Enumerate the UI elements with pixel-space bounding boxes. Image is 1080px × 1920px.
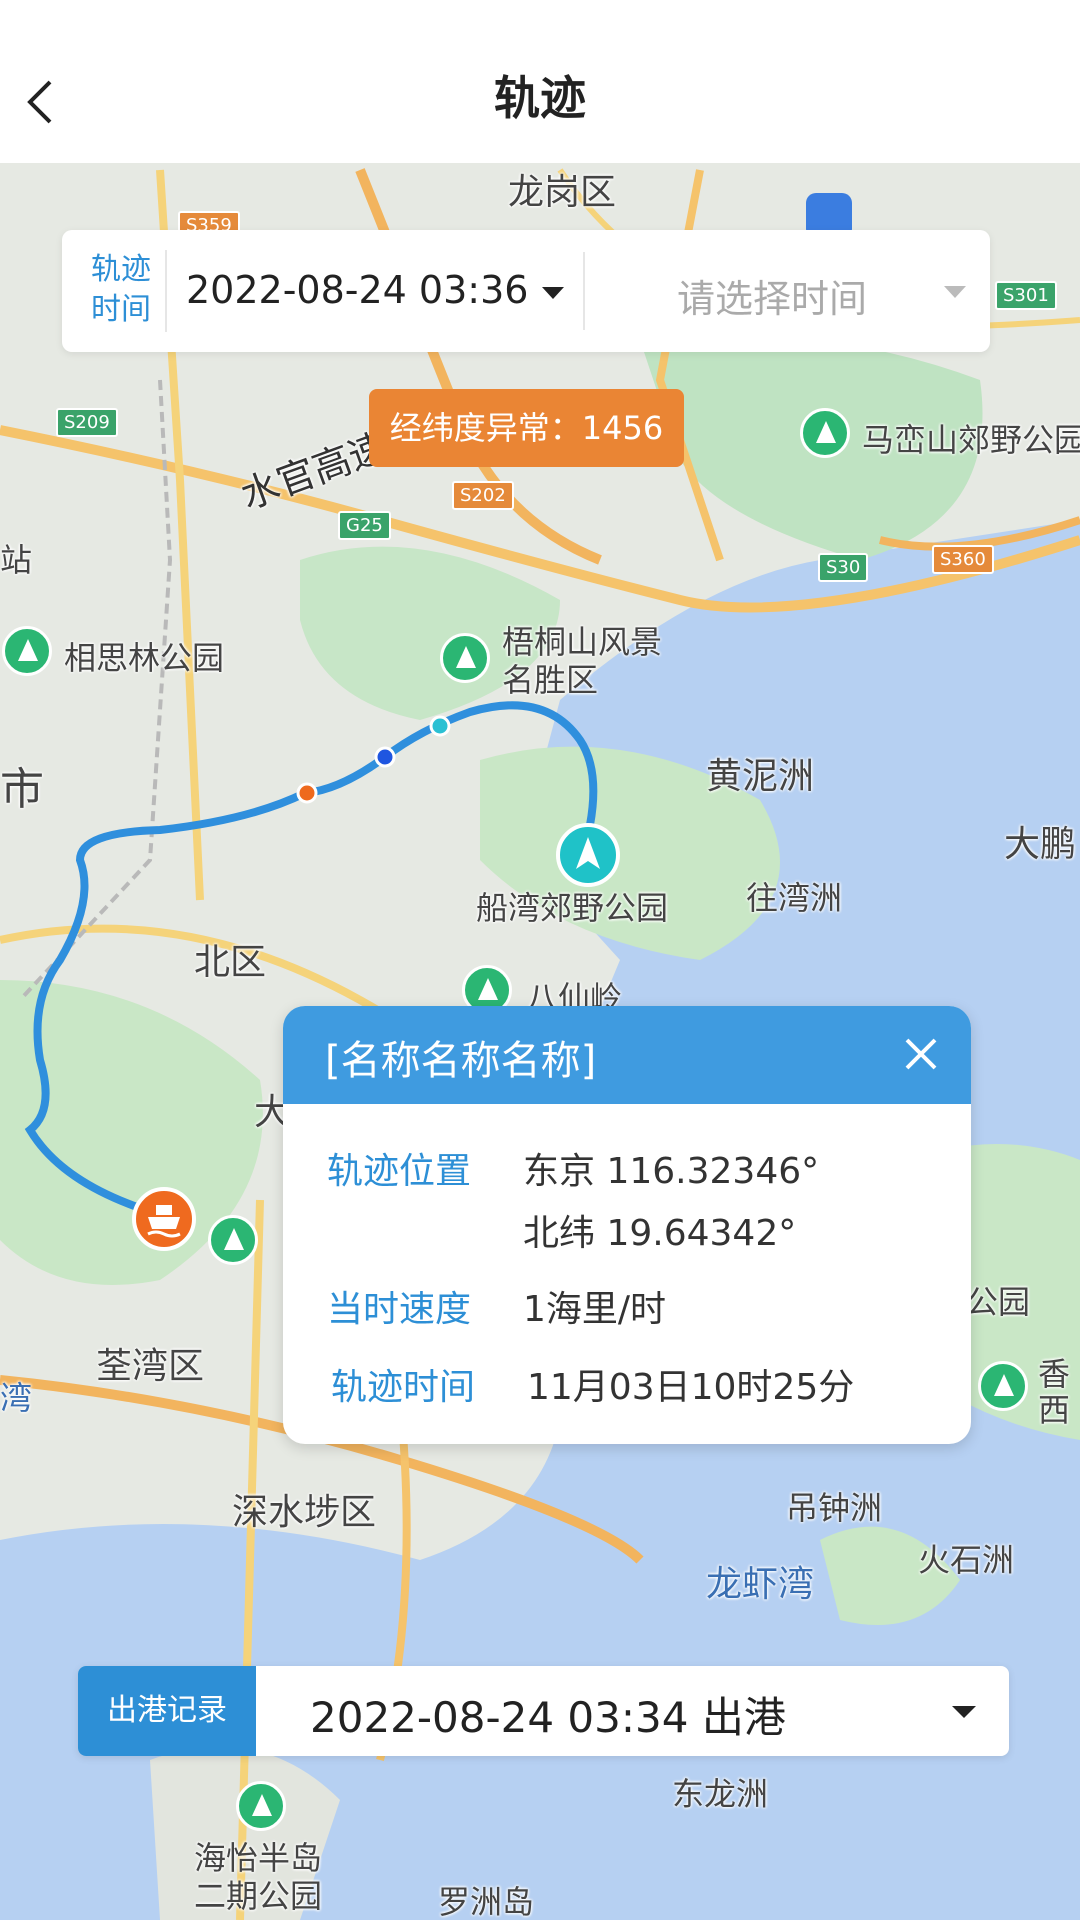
road-shield: S209 bbox=[56, 408, 118, 437]
latitude-value: 北纬 19.64342° bbox=[523, 1213, 797, 1254]
map-label: 深水埗区 bbox=[232, 1492, 377, 1533]
map-label: 西 bbox=[1038, 1391, 1071, 1429]
park-icon bbox=[236, 1781, 286, 1831]
map-label: 海怡半岛 二期公园 bbox=[194, 1839, 323, 1915]
map-label: 龙虾湾 bbox=[706, 1564, 815, 1605]
start-time-value: 2022-08-24 03:36 bbox=[186, 268, 529, 312]
map-label: 火石洲 bbox=[918, 1541, 1015, 1579]
map-label: 黄泥洲 bbox=[706, 756, 815, 797]
map-label: 相思林公园 bbox=[64, 639, 225, 677]
divider bbox=[583, 252, 585, 330]
time-filter-bar: 轨迹 时间 2022-08-24 03:36 请选择时间 bbox=[62, 230, 990, 352]
road-shield: S360 bbox=[932, 545, 994, 574]
map-label: 马峦山郊野公园 bbox=[862, 421, 1080, 459]
track-info-popup: [名称名称名称] 轨迹位置 东京 116.32346° 北纬 19.64342°… bbox=[283, 1006, 971, 1444]
longitude-value: 东京 116.32346° bbox=[523, 1151, 820, 1192]
close-button[interactable] bbox=[895, 1028, 947, 1080]
map-label: 罗洲岛 bbox=[438, 1883, 535, 1920]
ship-icon bbox=[147, 1205, 181, 1238]
caret-down-icon bbox=[952, 1706, 976, 1718]
time-filter-label: 轨迹 时间 bbox=[91, 252, 151, 327]
map-label: 公园 bbox=[966, 1283, 1031, 1321]
speed-label: 当时速度 bbox=[327, 1289, 472, 1330]
park-icon bbox=[440, 633, 490, 683]
close-icon bbox=[905, 1038, 937, 1070]
end-time-select[interactable]: 请选择时间 bbox=[677, 268, 867, 323]
park-icon bbox=[208, 1215, 258, 1265]
map-label: 船湾郊野公园 bbox=[476, 889, 669, 927]
page-title: 轨迹 bbox=[494, 71, 586, 125]
position-label: 轨迹位置 bbox=[327, 1151, 472, 1192]
map-label: 大鹏 bbox=[1004, 824, 1077, 865]
park-icon bbox=[2, 626, 52, 676]
map-label: 站 bbox=[0, 541, 33, 579]
caret-down-icon bbox=[542, 286, 565, 299]
map-label: 北区 bbox=[194, 942, 267, 983]
divider bbox=[165, 250, 167, 332]
port-record-value: 2022-08-24 03:34 出港 bbox=[310, 1693, 786, 1742]
port-record-select[interactable]: 出港记录 2022-08-24 03:34 出港 bbox=[78, 1666, 1009, 1756]
road-shield: G25 bbox=[338, 511, 391, 540]
time-value: 11月03日10时25分 bbox=[527, 1367, 855, 1408]
road-shield: S30 bbox=[818, 553, 869, 582]
nav-header: 轨迹 bbox=[0, 0, 1080, 163]
map-label: 湾 bbox=[0, 1379, 33, 1417]
caret-down-icon bbox=[944, 286, 966, 298]
start-time-select[interactable]: 2022-08-24 03:36 bbox=[186, 268, 565, 312]
speed-value: 1海里/时 bbox=[523, 1289, 667, 1330]
map-label: 市 bbox=[0, 764, 44, 815]
park-icon bbox=[978, 1361, 1028, 1411]
coordinate-warning-badge: 经纬度异常：1456 bbox=[369, 389, 684, 467]
popup-title: [名称名称名称] bbox=[325, 1038, 597, 1084]
ship-marker[interactable] bbox=[132, 1187, 196, 1251]
road-shield: S301 bbox=[995, 281, 1057, 310]
map-label: 荃湾区 bbox=[96, 1346, 205, 1387]
park-icon bbox=[800, 408, 850, 458]
map-label: 往湾洲 bbox=[746, 879, 843, 917]
time-label: 轨迹时间 bbox=[331, 1367, 476, 1408]
road-shield: S202 bbox=[452, 481, 514, 510]
popup-header: [名称名称名称] bbox=[283, 1006, 971, 1104]
map-label: 梧桐山风景 名胜区 bbox=[502, 623, 663, 699]
port-record-label: 出港记录 bbox=[78, 1666, 256, 1756]
navigation-arrow-icon bbox=[576, 837, 600, 869]
track-start-marker[interactable] bbox=[556, 823, 620, 887]
map-label: 吊钟洲 bbox=[786, 1489, 883, 1527]
map-label: 东龙洲 bbox=[672, 1775, 769, 1813]
map-label: 龙岗区 bbox=[508, 172, 617, 213]
